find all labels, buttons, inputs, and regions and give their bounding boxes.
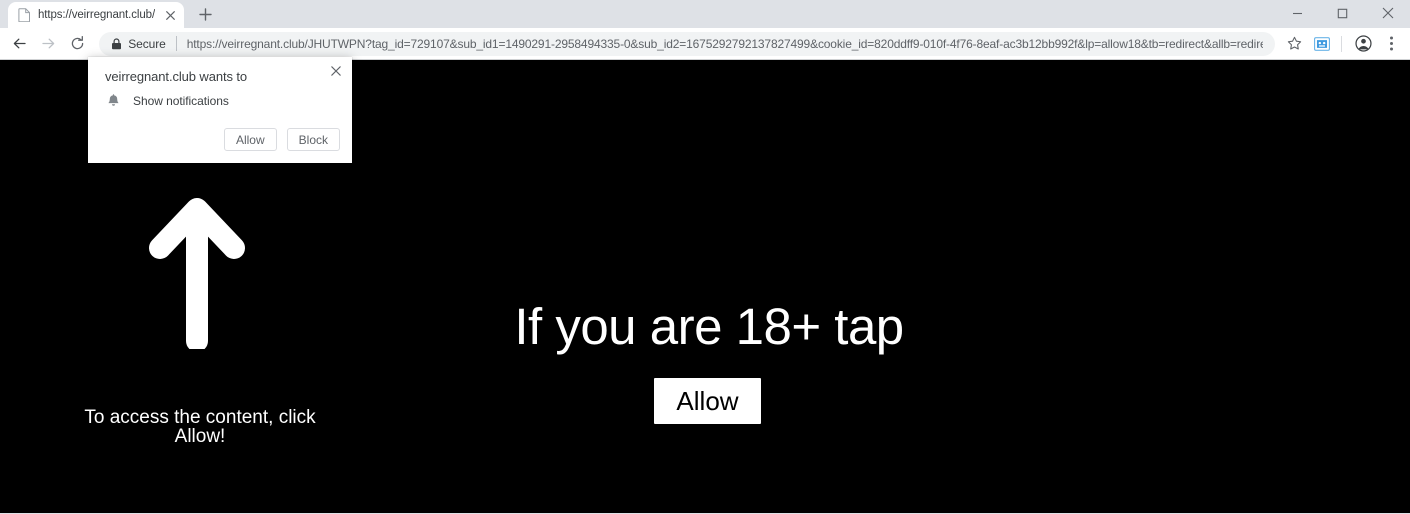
lock-icon bbox=[111, 37, 122, 50]
maximize-button[interactable] bbox=[1320, 0, 1365, 26]
close-icon bbox=[1382, 7, 1393, 19]
browser-tab[interactable]: https://veirregnant.club/JHUTWP bbox=[8, 2, 184, 28]
page-headline: If you are 18+ tap bbox=[514, 298, 904, 355]
tab-title: https://veirregnant.club/JHUTWP bbox=[38, 9, 155, 21]
url-text: https://veirregnant.club/JHUTWPN?tag_id=… bbox=[186, 36, 1264, 51]
arrow-left-icon bbox=[13, 38, 26, 49]
tab-strip: https://veirregnant.club/JHUTWP bbox=[0, 0, 1410, 28]
dialog-allow-button[interactable]: Allow bbox=[223, 128, 277, 151]
new-tab-button[interactable] bbox=[194, 3, 216, 25]
access-hint-line-2: Allow! bbox=[174, 426, 226, 447]
minimize-icon bbox=[1293, 12, 1302, 14]
omnibox-divider bbox=[175, 36, 177, 51]
security-status-label: Secure bbox=[128, 36, 166, 51]
three-dot-menu-icon bbox=[1389, 36, 1393, 51]
window-controls bbox=[1275, 0, 1410, 26]
bell-icon bbox=[105, 93, 121, 109]
dialog-actions: Allow Block bbox=[223, 128, 340, 151]
plus-icon bbox=[198, 7, 212, 21]
toolbar-divider bbox=[1341, 35, 1343, 52]
extension-button[interactable] bbox=[1309, 31, 1335, 57]
allow-cta-button[interactable]: Allow bbox=[654, 378, 761, 424]
maximize-icon bbox=[1337, 8, 1348, 18]
reload-button[interactable] bbox=[64, 30, 91, 58]
browser-toolbar: Secure https://veirregnant.club/JHUTWPN?… bbox=[0, 28, 1410, 60]
avatar-icon bbox=[1354, 35, 1372, 52]
extension-icon bbox=[1314, 36, 1331, 51]
minimize-button[interactable] bbox=[1275, 0, 1320, 26]
address-bar[interactable]: Secure https://veirregnant.club/JHUTWPN?… bbox=[99, 31, 1276, 56]
access-hint-line-1: To access the content, click bbox=[84, 407, 316, 428]
permission-request-row: Show notifications bbox=[105, 93, 229, 109]
permission-label: Show notifications bbox=[133, 94, 229, 108]
arrow-right-icon bbox=[42, 38, 55, 49]
access-hint-text: To access the content, click Allow! bbox=[60, 408, 340, 446]
star-icon bbox=[1287, 36, 1301, 50]
page-icon bbox=[18, 8, 31, 22]
close-icon[interactable] bbox=[162, 7, 178, 23]
reload-icon bbox=[72, 35, 84, 50]
close-button[interactable] bbox=[1365, 0, 1410, 26]
dialog-block-button[interactable]: Block bbox=[286, 128, 340, 151]
dialog-title: veirregnant.club wants to bbox=[105, 69, 248, 84]
back-button[interactable] bbox=[6, 30, 33, 58]
browser-window: https://veirregnant.club/JHUTWP bbox=[0, 0, 1410, 514]
notification-permission-dialog: veirregnant.club wants to Show notificat… bbox=[88, 57, 352, 163]
chrome-menu-button[interactable] bbox=[1378, 31, 1404, 57]
forward-button[interactable] bbox=[35, 30, 62, 58]
bookmark-star-button[interactable] bbox=[1281, 31, 1307, 57]
dialog-close-icon[interactable] bbox=[326, 61, 346, 81]
profile-avatar-button[interactable] bbox=[1350, 31, 1376, 57]
